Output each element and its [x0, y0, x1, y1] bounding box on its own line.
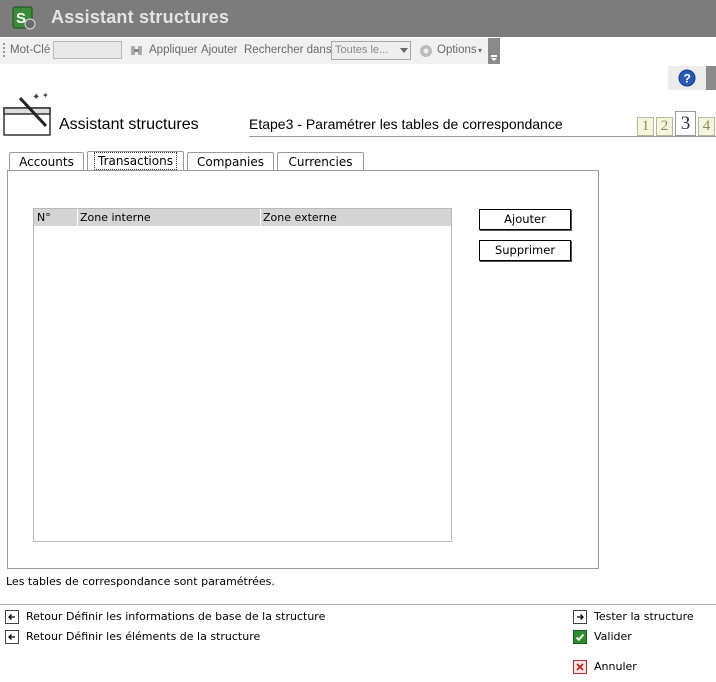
keyword-label: Mot-Clé: [10, 44, 51, 56]
app-logo-icon: S: [12, 6, 36, 30]
validate-link[interactable]: Valider: [573, 630, 643, 644]
window-title: Assistant structures: [51, 7, 230, 27]
toolbar-overflow-button[interactable]: [488, 38, 500, 64]
validate-label: Valider: [594, 630, 632, 643]
cancel-label: Annuler: [594, 660, 637, 673]
tab-companies[interactable]: Companies: [187, 152, 274, 170]
cancel-link[interactable]: Annuler: [573, 660, 643, 674]
search-in-label: Rechercher dans: [244, 44, 332, 56]
tab-transactions[interactable]: Transactions: [87, 151, 184, 171]
options-button[interactable]: Options: [437, 44, 477, 56]
back-basic-info-link[interactable]: Retour Définir les informations de base …: [5, 610, 345, 624]
tab-accounts[interactable]: Accounts: [9, 152, 84, 170]
chevron-down-icon: [400, 48, 408, 53]
back-basic-info-label: Retour Définir les informations de base …: [26, 610, 326, 623]
step-4-button[interactable]: 4: [698, 117, 715, 136]
tab-currencies[interactable]: Currencies: [277, 152, 364, 170]
help-icon[interactable]: ?: [678, 69, 696, 87]
search-toolbar: Mot-Clé Appliquer Ajouter Rechercher dan…: [0, 38, 500, 64]
table-header: N° Zone interne Zone externe: [34, 209, 451, 226]
arrow-left-icon: [5, 610, 19, 624]
back-elements-label: Retour Définir les éléments de la struct…: [26, 630, 261, 643]
footer-divider: [0, 604, 716, 605]
test-structure-label: Tester la structure: [594, 610, 694, 623]
toolbar-grip[interactable]: [3, 43, 5, 59]
delete-button[interactable]: Supprimer: [479, 240, 571, 261]
svg-text:✦: ✦: [42, 91, 49, 100]
wizard-title: Assistant structures: [59, 116, 199, 133]
add-toolbar-button[interactable]: Ajouter: [201, 44, 237, 56]
step-title: Etape3 - Paramétrer les tables de corres…: [249, 116, 563, 132]
status-message: Les tables de correspondance sont paramé…: [6, 575, 275, 588]
add-button[interactable]: Ajouter: [479, 209, 571, 230]
step-1-button[interactable]: 1: [637, 117, 654, 136]
back-elements-link[interactable]: Retour Définir les éléments de la struct…: [5, 630, 285, 644]
options-caret-icon: ▾: [478, 46, 483, 55]
help-toolbar: ?: [668, 66, 716, 90]
close-icon: [573, 660, 587, 674]
svg-text:✦: ✦: [32, 92, 40, 103]
gear-icon[interactable]: [418, 43, 434, 59]
svg-text:S: S: [16, 10, 26, 27]
arrow-right-icon: [573, 610, 587, 624]
step-3-button[interactable]: 3: [675, 111, 696, 136]
binoculars-icon[interactable]: [129, 43, 145, 59]
help-toolbar-overflow[interactable]: [706, 66, 716, 90]
keyword-input[interactable]: [53, 41, 122, 59]
arrow-left-icon: [5, 630, 19, 644]
column-header-number[interactable]: N°: [34, 209, 77, 226]
search-scope-select[interactable]: Toutes le...: [331, 41, 411, 60]
step-underline: [249, 136, 716, 137]
column-header-external-zone[interactable]: Zone externe: [260, 209, 451, 226]
column-header-internal-zone[interactable]: Zone interne: [77, 209, 260, 226]
svg-text:?: ?: [684, 72, 691, 86]
test-structure-link[interactable]: Tester la structure: [573, 610, 708, 624]
title-bar: S Assistant structures: [0, 0, 716, 37]
checkmark-icon: [573, 630, 587, 644]
mapping-table[interactable]: N° Zone interne Zone externe: [33, 208, 452, 542]
search-scope-value: Toutes le...: [335, 44, 389, 56]
wizard-wand-icon: ✦ ✦: [3, 91, 51, 136]
apply-button[interactable]: Appliquer: [149, 44, 198, 56]
step-2-button[interactable]: 2: [656, 117, 673, 136]
